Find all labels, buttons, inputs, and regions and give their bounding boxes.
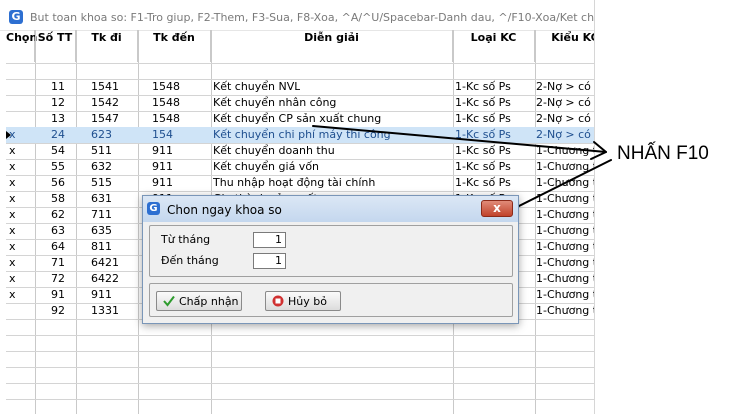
month-range-group: Từ tháng 1 Đến tháng 1 <box>149 225 513 277</box>
checkmark-icon <box>163 295 175 307</box>
from-month-label: Từ tháng <box>161 233 211 246</box>
instruction-label: NHẤN F10 <box>617 143 709 164</box>
cancel-icon <box>272 295 284 307</box>
dialog-title: Chon ngay khoa so <box>167 203 282 217</box>
cancel-button-label: Hủy bỏ <box>288 295 327 308</box>
to-month-label: Đến tháng <box>161 254 219 267</box>
dialog-button-bar: Chấp nhận Hủy bỏ <box>149 283 513 317</box>
close-date-dialog: G Chon ngay khoa so x Từ tháng 1 Đến thá… <box>142 195 519 324</box>
from-month-input[interactable]: 1 <box>253 232 286 248</box>
ok-button-label: Chấp nhận <box>179 295 239 308</box>
to-month-input[interactable]: 1 <box>253 253 286 269</box>
arrow-to-row <box>312 125 607 153</box>
cancel-button[interactable]: Hủy bỏ <box>265 291 341 311</box>
dialog-app-icon: G <box>147 202 160 215</box>
ok-button[interactable]: Chấp nhận <box>156 291 242 311</box>
dialog-title-bar: G Chon ngay khoa so x <box>143 196 518 222</box>
close-button[interactable]: x <box>481 200 513 217</box>
